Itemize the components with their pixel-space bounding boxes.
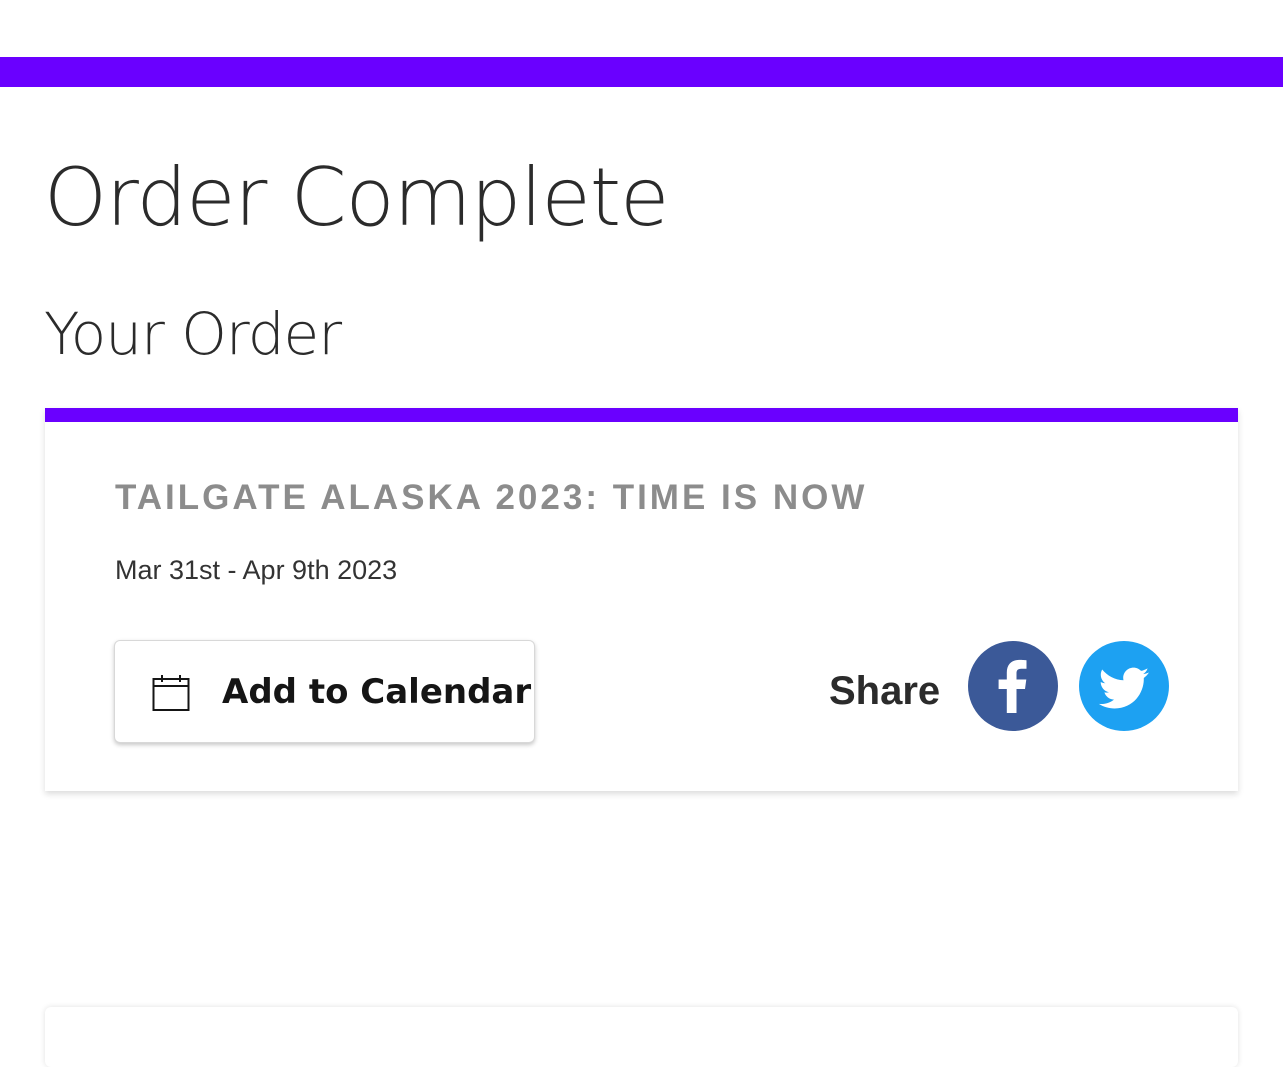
- order-card: TAILGATE ALASKA 2023: TIME IS NOW Mar 31…: [45, 408, 1238, 791]
- section-title: Your Order: [44, 300, 342, 368]
- calendar-icon: [152, 674, 190, 712]
- next-card: [45, 1007, 1238, 1067]
- add-to-calendar-button[interactable]: Add to Calendar: [114, 640, 535, 743]
- share-label: Share: [829, 669, 941, 713]
- event-title: TAILGATE ALASKA 2023: TIME IS NOW: [115, 478, 868, 517]
- card-accent-bar: [45, 408, 1238, 422]
- top-accent-bar: [0, 57, 1283, 87]
- twitter-icon: [1098, 667, 1149, 709]
- facebook-share-button[interactable]: [968, 641, 1058, 731]
- facebook-icon: [998, 659, 1027, 713]
- event-dates: Mar 31st - Apr 9th 2023: [115, 555, 398, 585]
- page-title: Order Complete: [44, 151, 669, 244]
- add-to-calendar-label: Add to Calendar: [222, 672, 532, 712]
- twitter-share-button[interactable]: [1079, 641, 1169, 731]
